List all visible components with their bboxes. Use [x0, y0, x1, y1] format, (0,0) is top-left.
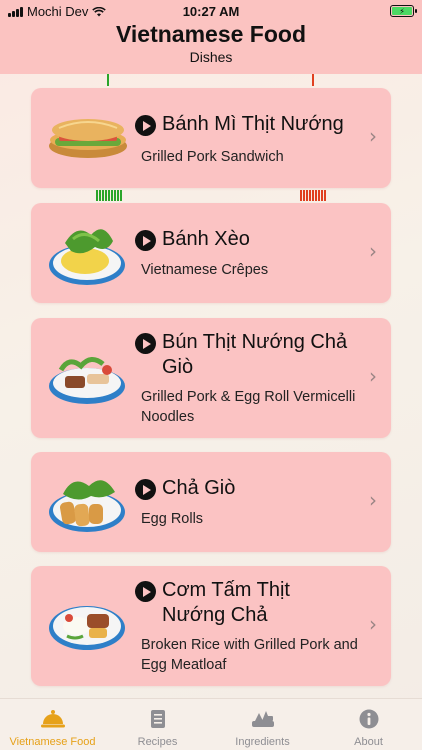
dish-row-cha-gio[interactable]: Chả Giò Egg Rolls ›: [31, 452, 391, 552]
dish-title: Bánh Mì Thịt Nướng: [162, 113, 344, 135]
banh-xeo-image: [49, 229, 125, 285]
decorative-divider: [96, 190, 123, 201]
dish-subtitle: Broken Rice with Grilled Pork and Egg Me…: [141, 637, 358, 673]
chevron-right-icon: ›: [369, 239, 377, 263]
dish-title: Bánh Xèo: [162, 228, 250, 250]
battery-icon: ⚡: [390, 5, 417, 17]
info-icon: [359, 709, 378, 729]
page-subtitle: Dishes: [189, 49, 233, 65]
decorative-divider: [300, 190, 327, 201]
banh-mi-image: [49, 119, 127, 158]
play-audio-icon[interactable]: [135, 479, 156, 500]
tab-label: Recipes: [137, 736, 178, 748]
chevron-right-icon: ›: [369, 124, 377, 148]
play-audio-icon[interactable]: [135, 333, 156, 354]
chevron-right-icon: ›: [369, 364, 377, 388]
tab-ingredients[interactable]: Ingredients: [210, 699, 315, 750]
status-bar: Mochi Dev 10:27 AM ⚡: [0, 0, 422, 22]
dish-subtitle: Vietnamese Crêpes: [141, 262, 269, 278]
tab-recipes[interactable]: Recipes: [105, 699, 210, 750]
dish-row-banh-xeo[interactable]: Bánh Xèo Vietnamese Crêpes ›: [31, 203, 391, 303]
tab-about[interactable]: About: [316, 699, 421, 750]
tab-label: Vietnamese Food: [9, 736, 96, 748]
play-audio-icon[interactable]: [135, 581, 156, 602]
dish-row-bun-thit-nuong[interactable]: Bún Thịt Nướng Chả Giò Grilled Pork & Eg…: [31, 318, 391, 438]
charging-bolt-icon: ⚡: [392, 7, 412, 16]
status-time: 10:27 AM: [182, 4, 240, 19]
com-tam-image: [49, 606, 125, 650]
tab-label: About: [354, 736, 383, 748]
dish-title: Bún Thịt Nướng Chả Giò: [162, 331, 348, 378]
chevron-right-icon: ›: [369, 612, 377, 636]
bun-thit-nuong-image: [49, 357, 125, 404]
chevron-right-icon: ›: [369, 488, 377, 512]
dish-title: Cơm Tấm Thịt Nướng Chả: [162, 579, 290, 626]
decorative-divider: [107, 74, 110, 86]
recipe-book-icon: [150, 710, 165, 728]
dish-subtitle: Grilled Pork Sandwich: [141, 149, 284, 165]
page-title: Vietnamese Food: [115, 21, 307, 47]
dish-row-com-tam[interactable]: Cơm Tấm Thịt Nướng Chả Broken Rice with …: [31, 566, 391, 686]
tab-vietnamese-food[interactable]: Vietnamese Food: [0, 699, 105, 750]
dish-title: Chả Giò: [162, 477, 236, 499]
play-audio-icon[interactable]: [135, 230, 156, 251]
dish-subtitle: Egg Rolls: [141, 511, 204, 527]
tab-bar: Vietnamese Food Recipes Ingredients Abou…: [0, 698, 422, 750]
dish-subtitle: Grilled Pork & Egg Roll Vermicelli Noodl…: [141, 389, 356, 425]
play-audio-icon[interactable]: [135, 115, 156, 136]
ingredients-icon: [251, 711, 274, 727]
navigation-header: Mochi Dev 10:27 AM ⚡ Vietnamese Food Dis…: [0, 0, 422, 74]
decorative-divider: [312, 74, 315, 86]
tab-label: Ingredients: [235, 736, 290, 748]
cloche-icon: [40, 710, 65, 728]
cha-gio-image: [49, 480, 125, 532]
dish-row-banh-mi[interactable]: Bánh Mì Thịt Nướng Grilled Pork Sandwich…: [31, 88, 391, 188]
